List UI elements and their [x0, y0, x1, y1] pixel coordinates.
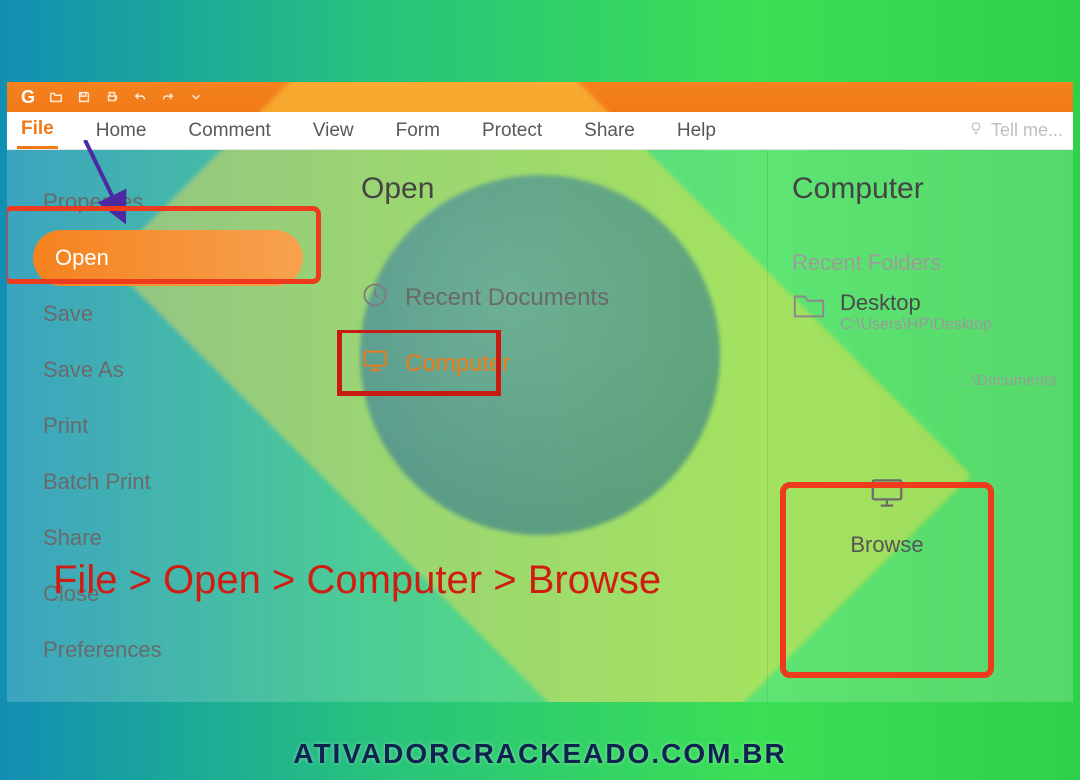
recent-folder-desktop[interactable]: Desktop C:\Users\HP\Desktop: [792, 290, 1057, 334]
redo-icon[interactable]: [161, 90, 175, 104]
side-batch-print[interactable]: Batch Print: [33, 454, 337, 510]
side-preferences[interactable]: Preferences: [33, 622, 337, 678]
side-close[interactable]: Close: [33, 566, 337, 622]
recent-folders-heading: Recent Folders: [792, 250, 1057, 276]
open-computer[interactable]: Computer: [361, 338, 743, 390]
menu-file[interactable]: File: [17, 112, 58, 149]
lightbulb-icon: [967, 119, 985, 142]
documents-hint: …\Documents: [792, 372, 1057, 389]
menu-home[interactable]: Home: [92, 114, 151, 148]
side-share[interactable]: Share: [33, 510, 337, 566]
clock-icon: [361, 281, 389, 316]
chevron-down-icon[interactable]: [189, 90, 203, 104]
open-mid-column: Open Recent Documents Computer: [337, 150, 767, 702]
computer-icon: [361, 347, 389, 382]
recent-documents-label: Recent Documents: [405, 284, 609, 312]
right-title: Computer: [792, 172, 1057, 206]
recent-documents[interactable]: Recent Documents: [361, 272, 743, 324]
side-print[interactable]: Print: [33, 398, 337, 454]
menu-help[interactable]: Help: [673, 114, 720, 148]
menu-form[interactable]: Form: [392, 114, 444, 148]
folder-icon: [792, 290, 826, 325]
open-folder-icon[interactable]: [49, 90, 63, 104]
mid-title: Open: [361, 172, 743, 206]
undo-icon[interactable]: [133, 90, 147, 104]
menu-comment[interactable]: Comment: [184, 114, 274, 148]
browse-label: Browse: [850, 532, 923, 558]
side-save[interactable]: Save: [33, 286, 337, 342]
side-save-as[interactable]: Save As: [33, 342, 337, 398]
folder-name: Desktop: [840, 290, 992, 316]
side-open[interactable]: Open: [33, 230, 303, 286]
tell-me-search[interactable]: Tell me...: [967, 119, 1063, 142]
titlebar: G: [7, 82, 1073, 112]
file-sidebar: Properties Open Save Save As Print Batch…: [7, 150, 337, 702]
open-computer-label: Computer: [405, 350, 510, 378]
browse-button[interactable]: Browse: [792, 431, 982, 601]
open-right-column: Computer Recent Folders Desktop C:\Users…: [767, 150, 1073, 702]
print-icon[interactable]: [105, 90, 119, 104]
menu-protect[interactable]: Protect: [478, 114, 546, 148]
computer-icon: [865, 474, 909, 518]
side-properties[interactable]: Properties: [33, 174, 337, 230]
app-logo-icon: G: [21, 87, 35, 108]
watermark: ativadorcrackeado.com.br: [0, 738, 1080, 770]
menu-share[interactable]: Share: [580, 114, 639, 148]
menubar: File Home Comment View Form Protect Shar…: [7, 112, 1073, 150]
folder-path: C:\Users\HP\Desktop: [840, 316, 992, 334]
tell-me-placeholder: Tell me...: [991, 120, 1063, 141]
menu-view[interactable]: View: [309, 114, 358, 148]
save-icon[interactable]: [77, 90, 91, 104]
